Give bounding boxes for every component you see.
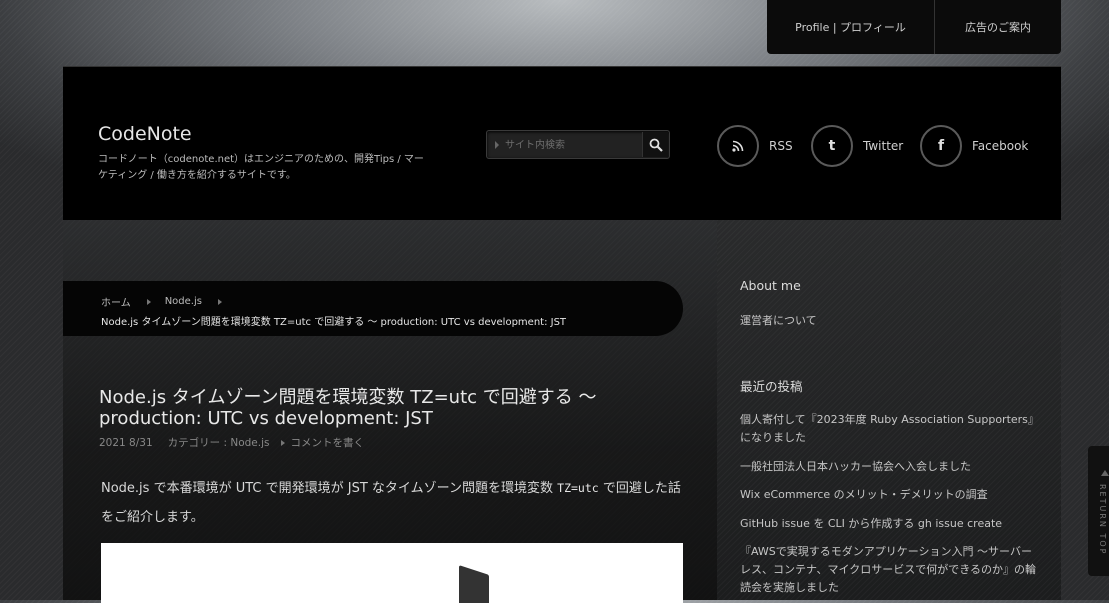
- device-illustration: [459, 565, 489, 603]
- post-lead: Node.js で本番環境が UTC で開発環境が JST なタイムゾーン問題を…: [101, 474, 683, 532]
- facebook-icon: f: [920, 125, 962, 167]
- twitter-link[interactable]: t Twitter: [811, 125, 903, 167]
- return-top-label: RETURN TOP: [1098, 484, 1107, 556]
- lead-text: Node.js で本番環境が UTC で開発環境が JST なタイムゾーン問題を…: [101, 481, 558, 496]
- search-input[interactable]: [503, 135, 642, 155]
- twitter-label: Twitter: [863, 139, 904, 153]
- post-category[interactable]: カテゴリー : Node.js: [168, 435, 270, 450]
- site-header: CodeNote コードノート（codenote.net）はエンジニアのための、…: [63, 66, 1061, 221]
- lead-code: TZ=utc: [557, 481, 599, 495]
- arrow-up-icon: [1101, 470, 1109, 476]
- search-arrow-icon: [495, 141, 499, 149]
- breadcrumb-row: ホーム Node.js: [101, 294, 236, 309]
- breadcrumb: ホーム Node.js Node.js タイムゾーン問題を環境変数 TZ=utc…: [63, 281, 683, 336]
- main-content: ホーム Node.js Node.js タイムゾーン問題を環境変数 TZ=utc…: [63, 220, 717, 603]
- recent-post-link[interactable]: 一般社団法人日本ハッカー協会へ入会しました: [740, 458, 1040, 476]
- breadcrumb-current: Node.js タイムゾーン問題を環境変数 TZ=utc で回避する 〜 pro…: [101, 317, 567, 328]
- post-title: Node.js タイムゾーン問題を環境変数 TZ=utc で回避する 〜 pro…: [99, 387, 597, 429]
- breadcrumb-home[interactable]: ホーム: [101, 294, 131, 309]
- site-description: コードノート（codenote.net）はエンジニアのための、開発Tips / …: [98, 154, 424, 181]
- recent-posts-heading: 最近の投稿: [740, 379, 803, 394]
- recent-post-link[interactable]: Wix eCommerce のメリット・デメリットの調査: [740, 486, 1040, 504]
- search-box: [486, 130, 670, 159]
- recent-post-link[interactable]: 個人寄付して『2023年度 Ruby Association Supporter…: [740, 411, 1040, 447]
- recent-post-link[interactable]: GitHub issue を CLI から作成する gh issue creat…: [740, 515, 1040, 533]
- breadcrumb-category[interactable]: Node.js: [165, 296, 202, 307]
- rss-label: RSS: [769, 139, 793, 153]
- facebook-link[interactable]: f Facebook: [920, 125, 1028, 167]
- about-heading: About me: [740, 278, 801, 293]
- breadcrumb-separator-icon: [217, 298, 222, 305]
- rss-icon: [717, 125, 759, 167]
- breadcrumb-separator-icon: [146, 298, 151, 305]
- twitter-icon: t: [811, 125, 853, 167]
- site-title[interactable]: CodeNote: [98, 123, 192, 145]
- search-icon: [649, 138, 663, 152]
- sidebar: About me 運営者について 最近の投稿 個人寄付して『2023年度 Rub…: [717, 220, 1061, 600]
- return-top-button[interactable]: RETURN TOP: [1088, 446, 1109, 576]
- search-button[interactable]: [642, 132, 668, 157]
- post-date: 2021 8/31: [99, 436, 153, 449]
- post-hero-image: [101, 543, 683, 603]
- post-meta: 2021 8/31 カテゴリー : Node.js コメントを書く: [99, 435, 364, 450]
- comment-arrow-icon: [281, 439, 286, 446]
- rss-link[interactable]: RSS: [717, 125, 793, 167]
- recent-post-link[interactable]: 『AWSで実現するモダンアプリケーション入門 〜サーバーレス、コンテナ、マイクロ…: [740, 543, 1040, 597]
- nav-profile-link[interactable]: Profile | プロフィール: [767, 0, 935, 54]
- top-navigation: Profile | プロフィール 広告のご案内: [767, 0, 1061, 54]
- comment-link[interactable]: コメントを書く: [290, 435, 364, 450]
- about-link[interactable]: 運営者について: [740, 312, 1040, 330]
- nav-ads-link[interactable]: 広告のご案内: [935, 0, 1061, 54]
- facebook-label: Facebook: [972, 139, 1029, 153]
